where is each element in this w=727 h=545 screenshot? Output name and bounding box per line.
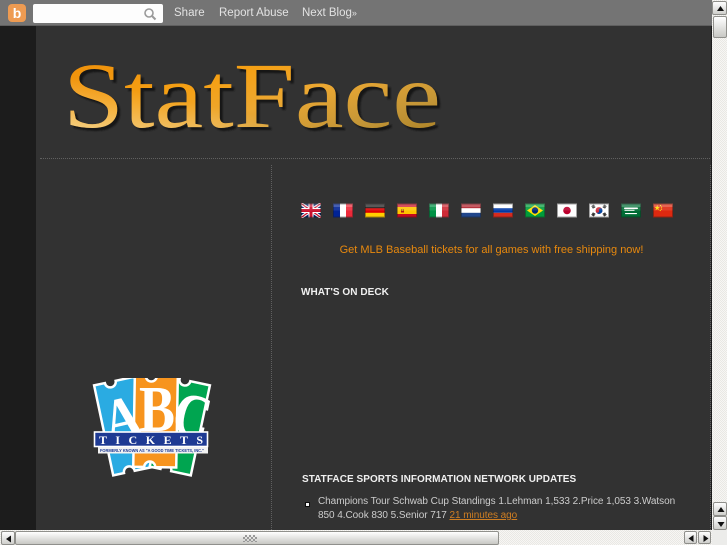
svg-text:T I C K E T S: T I C K E T S [99,433,203,447]
svg-text:FORMERLY KNOWN AS "A GOOD TIME: FORMERLY KNOWN AS "A GOOD TIME TICKETS, … [100,448,204,453]
svg-text:StatFace: StatFace [63,48,441,148]
